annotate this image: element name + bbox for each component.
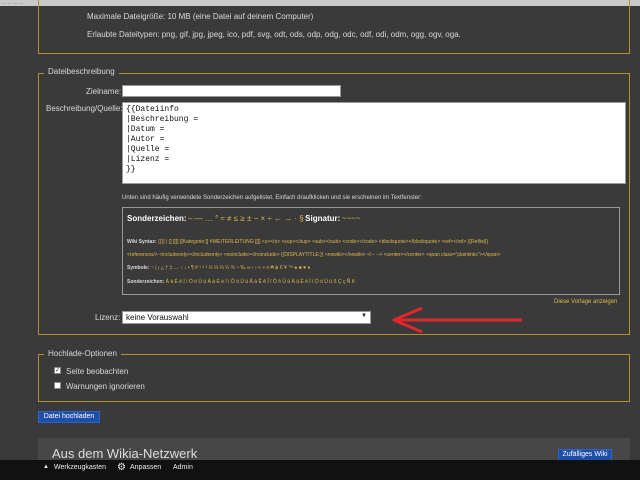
special-chars[interactable]: Á á É é Í í Ó ó Ú ú À à È è Ì ì Ò ò Ù ù … (166, 279, 355, 285)
wiki-syntax-label: Wiki Syntax: (127, 239, 157, 245)
dropdown-arrow-icon: ▼ (361, 313, 367, 319)
upload-info-fieldset: Maximale Dateigröße: 10 MB (eine Datei a… (38, 0, 630, 54)
gear-icon: ⚙ (117, 462, 126, 473)
show-template-link[interactable]: Diese Vorlage anzeigen (554, 299, 617, 305)
bottom-toolbar: ▲ Werkzeugkasten ⚙ Anpassen Admin (0, 460, 640, 480)
signatur-header: Signatur: (305, 214, 341, 223)
ignore-warnings-checkbox[interactable] (54, 382, 61, 389)
description-legend: Dateibeschreibung (44, 67, 119, 76)
upload-file-button[interactable]: Datei hochladen (38, 411, 100, 423)
special-chars-hint: Unten sind häufig verwendete Sonderzeich… (122, 195, 422, 201)
upload-options-legend: Hochlade-Optionen (44, 349, 121, 358)
allowed-file-types: Erlaubte Dateitypen: png, gif, jpg, jpeg… (87, 30, 461, 39)
license-label: Lizenz: (95, 313, 121, 322)
sonderzeichen-header: Sonderzeichen: (127, 214, 187, 223)
customize-link[interactable]: Anpassen (130, 464, 161, 471)
signatur-value[interactable]: ~~~~ (342, 214, 361, 223)
symbols-chars[interactable]: ~ | ¡ ¿ † ‡ ↔ ↑ ↓ • ¶ # ¹ ² ³ ½ ⅓ ⅔ ¼ ¾ … (151, 265, 310, 271)
symbols-label: Symbole: (127, 265, 150, 271)
tools-menu[interactable]: Werkzeugkasten (54, 464, 106, 471)
target-name-input[interactable] (122, 85, 341, 97)
wikia-network-title: Aus dem Wikia-Netzwerk (52, 446, 198, 461)
browser-title-fragment: ... ... ... ... (2, 0, 23, 6)
red-arrow-annotation (392, 306, 522, 334)
sonderzeichen-chars[interactable]: – — … ° ≈ ≠ ≤ ≥ ± − × ÷ ← → · § (188, 214, 304, 223)
upload-options-fieldset (38, 354, 630, 402)
caret-up-icon: ▲ (43, 464, 49, 470)
watch-page-checkbox[interactable]: ✓ (54, 367, 61, 374)
special-chars-label: Sonderzeichen: (127, 279, 165, 285)
wiki-syntax-line-1[interactable]: {{}} | [] [[]] [[Kategorie:]] #WEITERLEI… (158, 239, 488, 245)
description-label: Beschreibung/Quelle: (46, 104, 123, 113)
target-name-label: Zielname: (86, 87, 122, 96)
ignore-warnings-label: Warnungen ignorieren (66, 382, 145, 391)
license-select[interactable]: keine Vorauswahl ▼ (122, 311, 371, 324)
wiki-syntax-line-2[interactable]: <references/> <includeonly></includeonly… (127, 252, 501, 258)
description-textarea[interactable]: {{Dateiinfo |Beschreibung = |Datum = |Au… (122, 102, 626, 184)
max-file-size: Maximale Dateigröße: 10 MB (eine Datei a… (87, 12, 314, 21)
license-selected-value: keine Vorauswahl (126, 313, 189, 322)
watch-page-label: Seite beobachten (66, 367, 129, 376)
admin-link[interactable]: Admin (173, 464, 193, 471)
edit-tools-box: Sonderzeichen: – — … ° ≈ ≠ ≤ ≥ ± − × ÷ ←… (122, 207, 620, 295)
